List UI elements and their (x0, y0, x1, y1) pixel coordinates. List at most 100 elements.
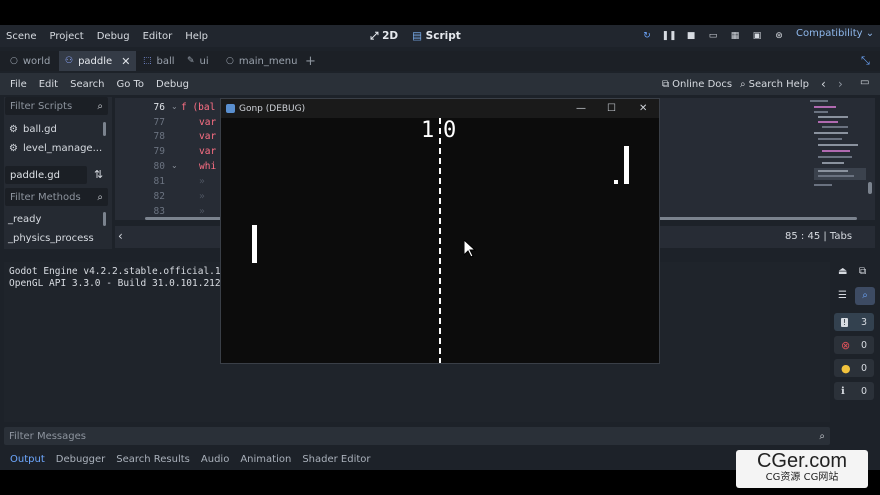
add-scene-tab-button[interactable]: + (305, 51, 319, 71)
script-item-level-manager[interactable]: ⚙ level_manage... (9, 141, 102, 156)
script-name: ball.gd (22, 124, 57, 135)
scene-tab-world[interactable]: ○ world (6, 51, 58, 71)
scripts-scrollbar[interactable] (103, 122, 106, 136)
menu-scene[interactable]: Scene (6, 31, 37, 42)
info-count: 0 (860, 385, 867, 397)
script-menu-search[interactable]: Search (70, 79, 104, 90)
menu-help[interactable]: Help (185, 31, 208, 42)
tab-output[interactable]: Output (10, 454, 45, 465)
current-script-field[interactable]: paddle.gd (5, 166, 87, 184)
script-toolbar: File Edit Search Go To Debug ⧉ Online Doc… (0, 73, 880, 95)
messages-filter-button[interactable]: ! 3 (834, 313, 874, 331)
warnings-count: 0 (860, 362, 867, 374)
tab-shader-editor[interactable]: Shader Editor (302, 454, 370, 465)
circle-node-icon: ○ (226, 56, 234, 66)
history-back-icon[interactable]: ‹ (821, 77, 826, 91)
filter-messages-placeholder: Filter Messages (9, 430, 86, 442)
indent-mode[interactable]: Tabs (830, 231, 852, 242)
errors-filter-button[interactable]: ⊗ 0 (834, 336, 874, 354)
watermark: CGer.com CG资源 CG网站 (736, 450, 868, 488)
script-item-ball[interactable]: ⚙ ball.gd (9, 122, 57, 137)
close-tab-icon[interactable]: ✕ (121, 55, 130, 68)
scene-tab-label: paddle (78, 55, 113, 67)
fold-arrow-icon[interactable]: ⌄ (171, 102, 178, 111)
scene-tab-label: ui (199, 55, 209, 67)
toggle-scripts-panel-icon[interactable]: ‹ (118, 229, 123, 243)
code-minimap[interactable] (810, 100, 866, 192)
script-menu-edit[interactable]: Edit (39, 79, 58, 90)
godot-app-icon (226, 104, 235, 113)
tab-animation[interactable]: Animation (240, 454, 291, 465)
method-item[interactable]: _ready (8, 212, 41, 227)
line-number: 79 (153, 146, 165, 157)
workspace-2d-label: 2D (382, 29, 399, 42)
tab-debugger[interactable]: Debugger (56, 454, 106, 465)
history-forward-icon[interactable]: › (838, 77, 843, 91)
cursor-position-value: 85 : 45 (785, 231, 821, 242)
line-number: 82 (153, 191, 165, 202)
distraction-free-icon[interactable]: ⤡ (861, 51, 875, 71)
left-paddle (252, 225, 257, 263)
line-number: 83 (153, 206, 165, 217)
cursor-position: 85 : 45 | Tabs (785, 231, 853, 242)
scene-tab-main-menu[interactable]: ○ main_menu (226, 51, 297, 71)
methods-scrollbar[interactable] (103, 212, 106, 226)
line-number: 81 (153, 176, 165, 187)
copy-output-icon[interactable]: ⧉ (859, 266, 866, 277)
online-docs-label: Online Docs (672, 78, 733, 90)
online-docs-button[interactable]: ⧉ Online Docs (662, 73, 732, 95)
play-scene-icon[interactable]: ▣ (746, 28, 768, 44)
tab-audio[interactable]: Audio (201, 454, 229, 465)
clear-output-icon[interactable]: ⏏ (838, 266, 847, 277)
workspace-2d-button[interactable]: ⤢ 2D (370, 30, 398, 43)
close-icon[interactable]: ✕ (639, 103, 647, 114)
code-line: f (bal (181, 102, 216, 113)
menu-project[interactable]: Project (50, 31, 84, 42)
indent-guide: » (199, 191, 205, 202)
script-menu-goto[interactable]: Go To (116, 79, 144, 90)
script-menu-debug[interactable]: Debug (156, 79, 189, 90)
script-menu-file[interactable]: File (10, 79, 27, 90)
scene-tab-paddle[interactable]: ⚇ paddle ✕ (59, 51, 136, 71)
info-filter-button[interactable]: ℹ0 (834, 382, 874, 400)
maximize-icon[interactable]: ☐ (607, 103, 616, 114)
game-window-titlebar[interactable]: Gonp (DEBUG) — ☐ ✕ (221, 99, 659, 118)
pause-icon[interactable]: ❚❚ (658, 28, 680, 44)
filter-scripts-placeholder: Filter Scripts (10, 100, 73, 112)
game-viewport[interactable]: 1 0 (221, 118, 659, 363)
renderer-selector[interactable]: Compatibility ⌄ (796, 28, 874, 39)
menu-editor[interactable]: Editor (143, 31, 173, 42)
search-help-label: Search Help (748, 78, 809, 90)
fold-arrow-icon[interactable]: ⌄ (171, 161, 178, 170)
main-menubar: Scene Project Debug Editor Help ⤢ 2D ▤ S… (0, 25, 880, 47)
code-scrollbar[interactable] (868, 182, 872, 194)
play-custom-scene-icon[interactable]: ⊛ (768, 28, 790, 44)
collapse-duplicates-icon[interactable]: ☰ (838, 290, 847, 301)
restart-icon[interactable]: ↻ (636, 28, 658, 44)
tab-search-results[interactable]: Search Results (116, 454, 190, 465)
search-help-button[interactable]: ⌕ Search Help (740, 73, 809, 95)
remote-debug-icon[interactable]: ▭ (702, 28, 724, 44)
scene-tab-ball[interactable]: ⬚ ball (141, 51, 181, 71)
control-node-icon: ✎ (187, 56, 195, 66)
movie-maker-icon[interactable]: ▦ (724, 28, 746, 44)
sort-icon[interactable]: ⇅ (94, 168, 103, 181)
output-line: OpenGL API 3.3.0 - Build 31.0.101.2125 (9, 278, 227, 289)
filter-messages-input[interactable]: Filter Messages ⌕ (4, 427, 830, 445)
game-window[interactable]: Gonp (DEBUG) — ☐ ✕ 1 0 (220, 98, 660, 364)
stop-icon[interactable]: ■ (680, 28, 702, 44)
gear-icon: ⚙ (9, 143, 18, 154)
code-line: var (199, 117, 217, 128)
workspace-script-button[interactable]: ▤ Script (412, 30, 461, 42)
filter-methods-input[interactable]: Filter Methods ⌕ (5, 188, 108, 206)
warnings-filter-button[interactable]: ● 0 (834, 359, 874, 377)
method-item[interactable]: _physics_process (8, 231, 94, 246)
workspace-script-label: Script (425, 30, 461, 42)
current-script-name: paddle.gd (10, 169, 60, 181)
minimize-icon[interactable]: — (576, 103, 586, 114)
toggle-panel-icon[interactable]: ▭ (860, 77, 869, 88)
scene-tab-ui[interactable]: ✎ ui (187, 51, 217, 71)
search-toggle-icon[interactable]: ⌕ (855, 287, 875, 305)
menu-debug[interactable]: Debug (97, 31, 130, 42)
filter-scripts-input[interactable]: Filter Scripts ⌕ (5, 97, 108, 115)
